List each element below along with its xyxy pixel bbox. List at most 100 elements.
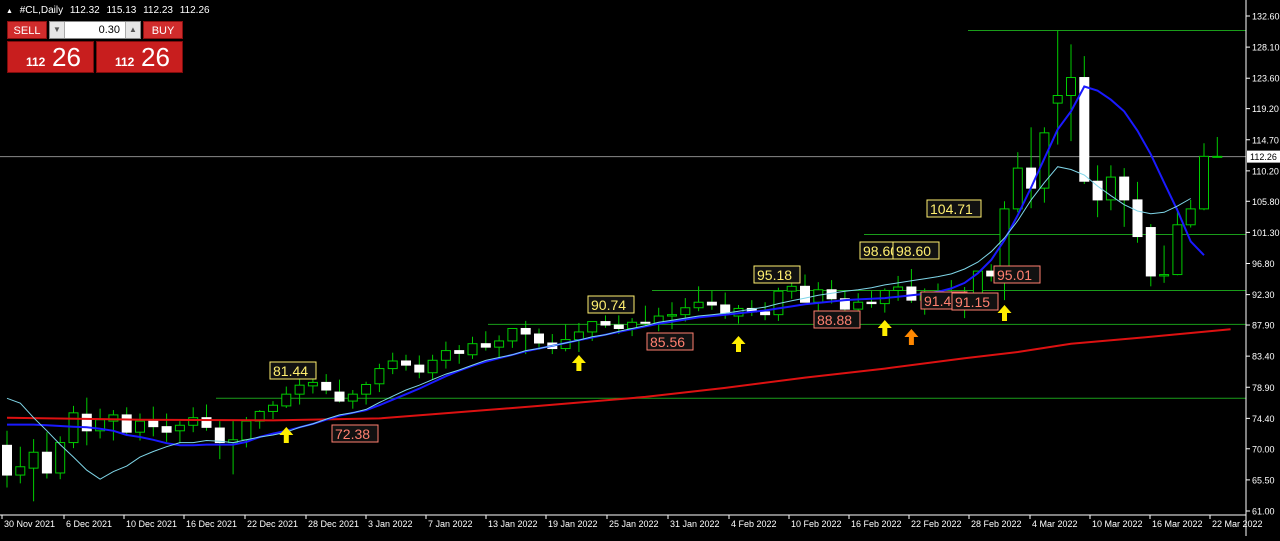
candle-body — [334, 391, 345, 402]
time-tick-label: 16 Mar 2022 — [1152, 519, 1203, 529]
time-tick-label: 28 Feb 2022 — [971, 519, 1022, 529]
price-tick-label: 101.30 — [1252, 228, 1280, 238]
time-tick-label: 4 Feb 2022 — [731, 519, 777, 529]
candle-body — [893, 286, 904, 291]
price-tick-label: 110.20 — [1252, 166, 1279, 176]
increase-lot-arrow-icon[interactable]: ▲ — [125, 22, 140, 38]
candle-body — [1119, 176, 1130, 201]
support-label: 85.56 — [650, 334, 685, 350]
candle-body — [15, 466, 26, 476]
time-tick-label: 4 Mar 2022 — [1032, 519, 1078, 529]
candle-body — [640, 321, 651, 324]
resistance-label: 81.44 — [273, 363, 308, 379]
candle-body — [760, 311, 771, 316]
candle-body — [1012, 167, 1023, 210]
candle-body — [387, 360, 398, 370]
candle-body — [600, 321, 611, 326]
candle-body — [693, 301, 704, 309]
time-tick-label: 16 Feb 2022 — [851, 519, 902, 529]
sell-price-big: 26 — [52, 42, 81, 72]
candle-body — [1172, 224, 1183, 276]
price-tick-label: 70.00 — [1252, 444, 1275, 454]
one-click-trade-panel: SELL ▼ 0.30 ▲ BUY 112 26 112 26 — [7, 21, 183, 73]
candle-body — [361, 383, 372, 395]
high-price: 115.13 — [106, 5, 137, 16]
time-tick-label: 10 Dec 2021 — [126, 519, 177, 529]
time-tick-label: 22 Dec 2021 — [247, 519, 298, 529]
buy-button[interactable]: BUY — [143, 21, 183, 39]
sell-button[interactable]: SELL — [7, 21, 47, 39]
candle-body — [241, 420, 252, 441]
candle-body — [2, 444, 12, 476]
resistance-label: 98.60 — [896, 243, 931, 259]
time-tick-label: 19 Jan 2022 — [548, 519, 598, 529]
resistance-label: 104.71 — [930, 201, 973, 217]
candle-body — [347, 393, 358, 402]
time-tick-label: 22 Mar 2022 — [1212, 519, 1263, 529]
price-tick-label: 128.10 — [1252, 43, 1280, 53]
candle-body — [866, 301, 877, 305]
resistance-label: 95.18 — [757, 267, 792, 283]
chart-header: ▲ #CL,Daily 112.32 115.13 112.23 112.26 — [6, 5, 214, 16]
candle-body — [613, 324, 624, 329]
candle-body — [28, 451, 39, 469]
time-tick-label: 22 Feb 2022 — [911, 519, 962, 529]
candle-body — [680, 307, 691, 316]
buy-price-big: 26 — [141, 42, 170, 72]
candle-body — [587, 321, 598, 333]
candle-body — [440, 350, 451, 361]
buy-price-small: 112 — [115, 55, 135, 69]
price-tick-label: 87.90 — [1252, 321, 1275, 331]
candle-body — [573, 331, 584, 341]
time-tick-label: 10 Mar 2022 — [1092, 519, 1143, 529]
collapse-triangle-icon[interactable]: ▲ — [6, 8, 13, 15]
price-tick-label: 83.40 — [1252, 352, 1275, 362]
support-label: 95.01 — [997, 267, 1032, 283]
buy-price-box[interactable]: 112 26 — [96, 41, 183, 73]
candle-body — [214, 427, 225, 444]
price-tick-label: 61.00 — [1252, 507, 1275, 517]
candle-body — [121, 414, 132, 433]
decrease-lot-arrow-icon[interactable]: ▼ — [50, 22, 65, 38]
candle-body — [906, 286, 917, 301]
resistance-label: 90.74 — [591, 297, 626, 313]
candle-body — [480, 343, 491, 348]
candle-body — [321, 381, 332, 391]
candle-body — [467, 343, 478, 356]
time-tick-label: 13 Jan 2022 — [488, 519, 538, 529]
sell-price-box[interactable]: 112 26 — [7, 41, 94, 73]
chart-window[interactable]: 81.44 90.74 95.18 98.60 98.60 104.71 72.38 85.5… — [0, 0, 1280, 536]
price-chart[interactable]: 81.4490.7495.1898.6098.60104.7172.3885.5… — [0, 0, 1280, 536]
candle-body — [374, 368, 385, 385]
candle-body — [1066, 77, 1076, 97]
candle-body — [1199, 155, 1209, 210]
sell-price-small: 112 — [26, 55, 46, 69]
time-tick-label: 3 Jan 2022 — [368, 519, 413, 529]
candle-body — [520, 327, 531, 335]
time-tick-label: 16 Dec 2021 — [186, 519, 237, 529]
price-tick-label: 105.80 — [1252, 197, 1280, 207]
candle-body — [1185, 208, 1196, 226]
candle-body — [1159, 274, 1170, 277]
lot-size-field[interactable]: ▼ 0.30 ▲ — [49, 21, 141, 39]
time-tick-label: 28 Dec 2021 — [308, 519, 359, 529]
candle-body — [268, 404, 278, 412]
candle-body — [307, 381, 318, 387]
candle-body — [454, 350, 465, 354]
price-tick-label: 123.60 — [1252, 74, 1280, 84]
lot-size-value[interactable]: 0.30 — [66, 22, 124, 38]
price-tick-label: 114.70 — [1252, 135, 1279, 145]
low-price: 112.23 — [143, 5, 173, 16]
candle-body — [188, 417, 199, 426]
time-tick-label: 30 Nov 2021 — [4, 519, 55, 529]
candle-body — [706, 301, 717, 306]
candle-body — [800, 285, 810, 303]
candle-body — [401, 360, 411, 366]
candle-body — [786, 285, 797, 292]
time-tick-label: 25 Jan 2022 — [609, 519, 659, 529]
candle-body — [294, 384, 305, 395]
price-tick-label: 65.50 — [1252, 475, 1275, 485]
candle-body — [667, 314, 677, 317]
support-label: 88.88 — [817, 312, 852, 328]
candle-body — [135, 420, 145, 433]
